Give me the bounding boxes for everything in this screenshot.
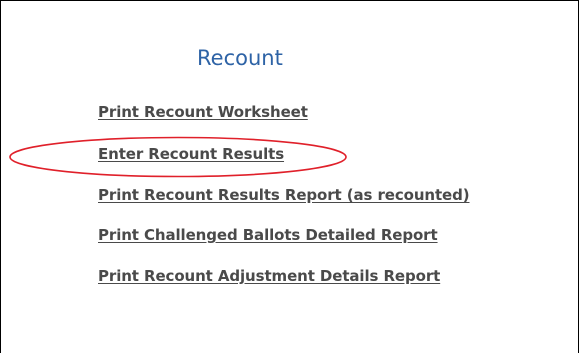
print-challenged-ballots-report-link[interactable]: Print Challenged Ballots Detailed Report <box>98 228 438 243</box>
page-title: Recount <box>197 46 283 70</box>
print-recount-results-report-link[interactable]: Print Recount Results Report (as recount… <box>98 188 470 203</box>
recount-panel: Recount Print Recount Worksheet Enter Re… <box>0 0 579 353</box>
print-recount-worksheet-link[interactable]: Print Recount Worksheet <box>98 105 308 120</box>
print-recount-adjustment-report-link[interactable]: Print Recount Adjustment Details Report <box>98 269 440 284</box>
enter-recount-results-link[interactable]: Enter Recount Results <box>98 147 284 162</box>
